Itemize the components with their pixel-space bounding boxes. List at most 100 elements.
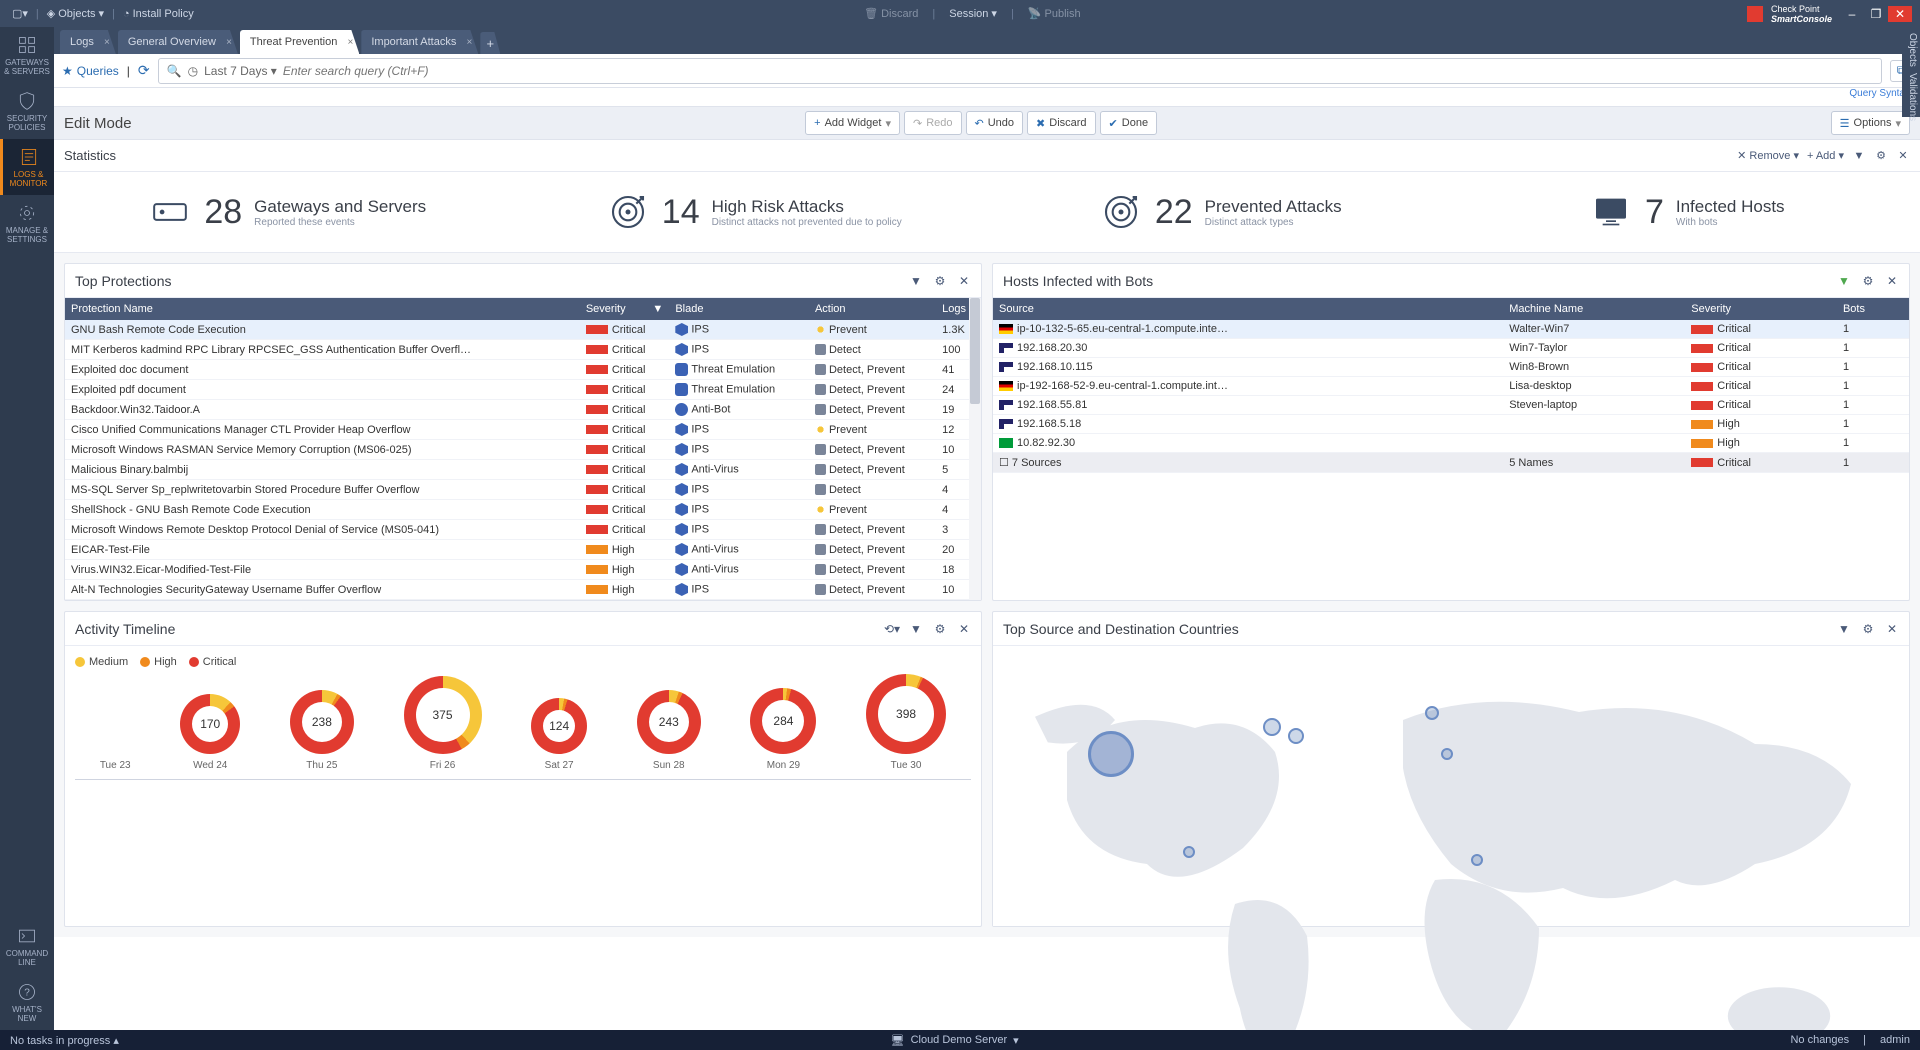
close-icon[interactable]: ✕ — [957, 274, 971, 288]
refresh-icon[interactable]: ⟲▾ — [885, 622, 899, 636]
options-btn[interactable]: ☰Options▾ — [1831, 111, 1910, 135]
close-icon[interactable]: ✕ — [1885, 622, 1899, 636]
table-row[interactable]: Microsoft Windows RASMAN Service Memory … — [65, 440, 981, 460]
tab-attacks[interactable]: Important Attacks× — [361, 30, 478, 54]
table-row[interactable]: Exploited pdf documentCriticalThreat Emu… — [65, 380, 981, 400]
gear-icon — [17, 203, 37, 223]
nav-security[interactable]: SECURITY POLICIES — [0, 83, 54, 139]
gear-icon[interactable]: ⚙ — [933, 274, 947, 288]
tab-logs[interactable]: Logs× — [60, 30, 116, 54]
map-bubble — [1441, 748, 1453, 760]
donut-day: 124Sat 27 — [531, 698, 587, 771]
brand-logo — [1747, 6, 1763, 22]
tab-threat[interactable]: Threat Prevention× — [240, 30, 359, 54]
refresh-icon[interactable]: ⟳ — [138, 62, 150, 79]
table-row[interactable]: GNU Bash Remote Code ExecutionCriticalIP… — [65, 320, 981, 340]
close-icon[interactable]: × — [104, 37, 110, 48]
shield-icon — [17, 91, 37, 111]
table-row[interactable]: 192.168.55.81Steven-laptopCritical1 — [993, 396, 1909, 415]
nav-logs[interactable]: LOGS & MONITOR — [0, 139, 54, 195]
nav-gateways[interactable]: GATEWAYS & SERVERS — [0, 27, 54, 83]
search-input[interactable] — [283, 64, 1873, 78]
close-icon[interactable]: ✕ — [1885, 274, 1899, 288]
close-icon[interactable]: ✕ — [957, 622, 971, 636]
map-bubble — [1183, 846, 1195, 858]
gear-icon[interactable]: ⚙ — [1861, 274, 1875, 288]
redo-btn[interactable]: ↷Redo — [904, 111, 962, 135]
table-row[interactable]: ip-192-168-52-9.eu-central-1.compute.int… — [993, 377, 1909, 396]
close-button[interactable]: ✕ — [1888, 6, 1912, 22]
table-row[interactable]: 10.82.92.30High1 — [993, 434, 1909, 453]
table-row[interactable]: EICAR-Test-FileHighAnti-VirusDetect, Pre… — [65, 540, 981, 560]
session-menu[interactable]: Session ▾ — [945, 5, 1001, 22]
table-row[interactable]: MS-SQL Server Sp_replwritetovarbin Store… — [65, 480, 981, 500]
donut-day: 284Mon 29 — [750, 688, 816, 771]
gear-icon[interactable]: ⚙ — [1861, 622, 1875, 636]
period-select[interactable]: Last 7 Days ▾ — [204, 64, 277, 78]
install-policy[interactable]: ◔ Install Policy — [119, 6, 198, 22]
statistics-header: Statistics ✕ Remove ▾ + Add ▾ ▼ ⚙ ✕ — [54, 140, 1920, 172]
table-row[interactable]: ip-10-132-5-65.eu-central-1.compute.inte… — [993, 320, 1909, 339]
statistics-row: 28 Gateways and ServersReported these ev… — [54, 172, 1920, 253]
table-row[interactable]: MIT Kerberos kadmind RPC Library RPCSEC_… — [65, 340, 981, 360]
table-row[interactable]: 192.168.5.18High1 — [993, 415, 1909, 434]
table-row[interactable]: Virus.WIN32.Eicar-Modified-Test-FileHigh… — [65, 560, 981, 580]
tab-general[interactable]: General Overview× — [118, 30, 238, 54]
world-map[interactable] — [993, 646, 1909, 926]
donut-day: 375Fri 26 — [404, 676, 482, 771]
donut-day: 398Tue 30 — [866, 674, 946, 771]
gear-icon[interactable]: ⚙ — [1874, 149, 1888, 163]
map-bubble — [1263, 718, 1281, 736]
maximize-button[interactable]: ❐ — [1864, 6, 1888, 22]
nav-whats-new[interactable]: ? WHAT'S NEW — [0, 974, 54, 1030]
query-syntax-link[interactable]: Query Syntax — [1849, 88, 1910, 106]
done-btn[interactable]: ✔Done — [1100, 111, 1158, 135]
right-edge-tabs[interactable]: ObjectsValidations — [1902, 27, 1920, 117]
search-box[interactable]: 🔍 ◷ Last 7 Days ▾ — [158, 58, 1882, 84]
filter-icon[interactable]: ▼ — [1837, 622, 1851, 636]
queries-btn[interactable]: ★ Queries — [62, 64, 119, 78]
scrollbar[interactable] — [969, 298, 981, 600]
tab-add[interactable]: + — [480, 32, 500, 54]
minimize-button[interactable]: – — [1840, 6, 1864, 22]
grid-icon — [17, 35, 37, 55]
table-row[interactable]: 192.168.10.115Win8-BrownCritical1 — [993, 358, 1909, 377]
donut-day: 243Sun 28 — [637, 690, 701, 771]
discard-btn[interactable]: 🗑 Discard — [860, 5, 922, 22]
table-row[interactable]: Alt-N Technologies SecurityGateway Usern… — [65, 580, 981, 600]
map-bubble — [1288, 728, 1304, 744]
close-icon[interactable]: × — [226, 37, 232, 48]
filter-icon[interactable]: ▼ — [909, 274, 923, 288]
close-icon[interactable]: × — [466, 37, 472, 48]
close-icon[interactable]: ✕ — [1896, 149, 1910, 163]
gear-icon[interactable]: ⚙ — [933, 622, 947, 636]
app-menu[interactable]: ▢▾ — [8, 5, 32, 22]
user-label[interactable]: admin — [1880, 1034, 1910, 1046]
map-bubble — [1088, 731, 1134, 777]
nav-manage[interactable]: MANAGE & SETTINGS — [0, 195, 54, 251]
table-row[interactable]: Cisco Unified Communications Manager CTL… — [65, 420, 981, 440]
brand-text: Check PointSmartConsole — [1771, 4, 1832, 24]
table-row[interactable]: Exploited doc documentCriticalThreat Emu… — [65, 360, 981, 380]
server-icon — [148, 190, 192, 234]
close-icon[interactable]: × — [348, 37, 354, 48]
query-bar: ★ Queries | ⟳ 🔍 ◷ Last 7 Days ▾ ⧉ — [54, 54, 1920, 88]
add-btn[interactable]: + Add ▾ — [1807, 149, 1844, 162]
table-row[interactable]: 192.168.20.30Win7-TaylorCritical1 — [993, 339, 1909, 358]
discard-btn[interactable]: ✖Discard — [1027, 111, 1096, 135]
table-row[interactable]: Malicious Binary.balmbijCriticalAnti-Vir… — [65, 460, 981, 480]
table-row[interactable]: Microsoft Windows Remote Desktop Protoco… — [65, 520, 981, 540]
table-row[interactable]: ShellShock - GNU Bash Remote Code Execut… — [65, 500, 981, 520]
target-icon — [606, 190, 650, 234]
filter-icon[interactable]: ▼ — [1852, 149, 1866, 163]
filter-icon[interactable]: ▼ — [1837, 274, 1851, 288]
filter-icon[interactable]: ▼ — [909, 622, 923, 636]
publish-btn[interactable]: 📡 Publish — [1024, 5, 1085, 22]
tasks-status[interactable]: No tasks in progress ▴ — [10, 1034, 119, 1047]
add-widget-btn[interactable]: +Add Widget▾ — [805, 111, 900, 135]
undo-btn[interactable]: ↶Undo — [966, 111, 1024, 135]
objects-menu[interactable]: ◈ Objects ▾ — [43, 5, 108, 22]
nav-command-line[interactable]: COMMAND LINE — [0, 918, 54, 974]
table-row[interactable]: Backdoor.Win32.Taidoor.ACriticalAnti-Bot… — [65, 400, 981, 420]
remove-btn[interactable]: ✕ Remove ▾ — [1737, 149, 1799, 162]
